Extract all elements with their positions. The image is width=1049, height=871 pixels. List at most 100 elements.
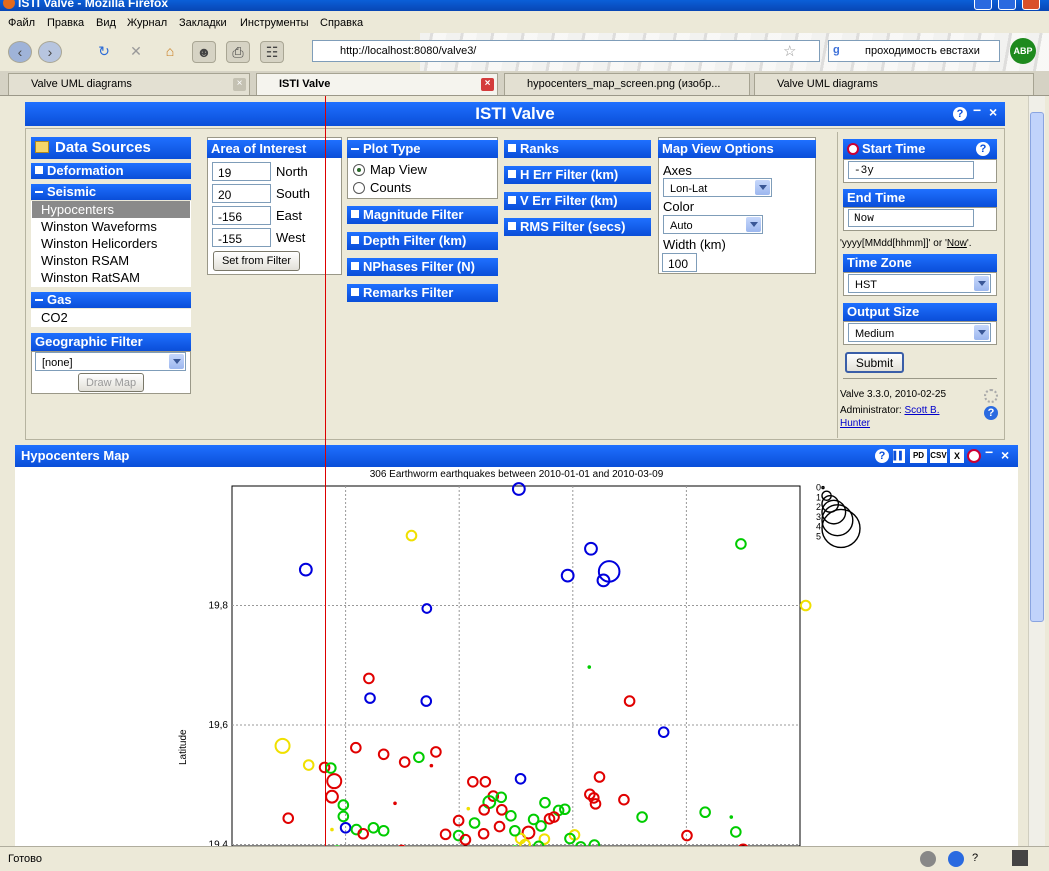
collapse-icon [35,299,43,301]
axes-label: Axes [663,163,692,178]
alarm-clock-icon[interactable] [967,449,981,463]
nphases-filter-header[interactable]: NPhases Filter (N) [347,258,498,276]
tab-close-icon[interactable]: × [481,78,494,91]
menu-help[interactable]: Справка [320,17,363,29]
chevron-down-icon [169,354,184,369]
south-input[interactable]: 20 [212,184,271,203]
remarks-filter-header[interactable]: Remarks Filter [347,284,498,302]
addon-icon[interactable]: ☷ [260,41,284,63]
menu-bookmarks[interactable]: Закладки [179,17,227,29]
network-icon[interactable] [948,851,964,867]
menu-file[interactable]: Файл [8,17,35,29]
submit-button[interactable]: Submit [845,352,904,373]
menu-view[interactable]: Вид [96,17,116,29]
help-icon[interactable]: ? [976,142,990,156]
map-view-radio[interactable] [353,164,365,176]
tray-icon[interactable] [1012,850,1028,866]
geo-filter-value: [none] [42,357,73,369]
end-time-input[interactable]: Now [848,209,974,227]
forward-icon[interactable]: › [38,41,62,63]
close-icon[interactable]: × [989,100,997,124]
list-item-hypocenters[interactable]: Hypocenters [41,202,114,217]
v-err-filter-header[interactable]: V Err Filter (km) [504,192,651,210]
app-title: ISTI Valve [475,104,555,123]
minimize-icon[interactable]: − [973,98,981,122]
tab-valve-uml[interactable]: Valve UML diagrams × [8,73,250,95]
east-input[interactable]: -156 [212,206,271,225]
counts-radio[interactable] [353,182,365,194]
addon-status-icon[interactable] [920,851,936,867]
depth-filter-header[interactable]: Depth Filter (km) [347,232,498,250]
magnitude-filter-header[interactable]: Magnitude Filter [347,206,498,224]
maximize-icon[interactable] [998,0,1016,10]
print-icon[interactable]: ⎙ [226,41,250,63]
output-size-select[interactable]: Medium [848,323,991,342]
plot-type-header[interactable]: Plot Type [347,140,498,158]
bookmark-icon[interactable]: ☻ [192,41,216,63]
section-label: RMS Filter (secs) [520,219,626,234]
menu-history[interactable]: Журнал [127,17,167,29]
stop-icon[interactable]: ✕ [124,41,148,63]
star-icon[interactable]: ☆ [783,42,796,60]
color-select[interactable]: Auto [663,215,763,234]
list-item-co2[interactable]: CO2 [41,310,68,325]
section-label: H Err Filter (km) [520,167,619,182]
axes-select[interactable]: Lon-Lat [663,178,772,197]
menu-tools[interactable]: Инструменты [240,17,309,29]
section-gas[interactable]: Gas [31,292,191,308]
geo-filter-title: Geographic Filter [35,334,143,349]
pdf-icon[interactable]: PD [910,449,927,463]
tab-isti-valve[interactable]: ISTI Valve × [256,73,498,95]
list-item-winston-waveforms[interactable]: Winston Waveforms [41,219,157,234]
export-icon[interactable]: X [950,449,964,463]
expand-icon [508,144,516,152]
book-icon[interactable]: ▌▌ [893,449,905,463]
url-bar[interactable]: http://localhost:8080/valve3/ ☆ [312,40,820,62]
list-item-winston-rsam[interactable]: Winston RSAM [41,253,129,268]
adblock-icon[interactable]: ABP [1010,38,1036,64]
menu-edit[interactable]: Правка [47,17,84,29]
scrollbar-thumb[interactable] [1030,112,1044,622]
close-icon[interactable]: × [1001,444,1009,466]
help-icon[interactable]: ? [953,107,967,121]
section-seismic[interactable]: Seismic [31,184,191,200]
minimize-icon[interactable] [974,0,992,10]
chevron-down-icon [746,217,761,232]
app-header: ISTI Valve ? − × [25,102,1005,126]
tab-hypocenters-png[interactable]: hypocenters_map_screen.png (изобр... [504,73,750,95]
color-value: Auto [670,220,693,232]
ranks-header[interactable]: Ranks [504,140,651,158]
tab-label: hypocenters_map_screen.png (изобр... [527,78,721,90]
close-icon[interactable] [1022,0,1040,10]
question-icon[interactable]: ? [972,852,978,864]
tab-close-icon[interactable]: × [233,78,246,91]
list-item-winston-ratsam[interactable]: Winston RatSAM [41,270,140,285]
geo-filter-select[interactable]: [none] [35,352,186,371]
tab-valve-uml-2[interactable]: Valve UML diagrams [754,73,1034,95]
list-item-winston-helicorders[interactable]: Winston Helicorders [41,236,157,251]
help-icon[interactable]: ? [984,406,998,420]
rms-filter-header[interactable]: RMS Filter (secs) [504,218,651,236]
minimize-icon[interactable]: − [985,441,993,463]
reload-icon[interactable]: ↻ [92,41,116,63]
admin-link-2[interactable]: Hunter [840,418,870,429]
draw-map-button[interactable]: Draw Map [78,373,144,392]
width-input[interactable]: 100 [662,253,697,272]
axes-value: Lon-Lat [670,183,708,195]
csv-icon[interactable]: CSV [930,449,947,463]
set-from-filter-button[interactable]: Set from Filter [213,251,300,271]
back-icon[interactable]: ‹ [8,41,32,63]
output-size-title: Output Size [847,304,920,319]
west-input[interactable]: -155 [212,228,271,247]
h-err-filter-header[interactable]: H Err Filter (km) [504,166,651,184]
section-deformation[interactable]: Deformation [31,163,191,179]
now-link[interactable]: Now [947,238,967,249]
home-icon[interactable]: ⌂ [158,41,182,63]
time-zone-select[interactable]: HST [848,274,991,293]
search-bar[interactable]: g проходимость евстахи [828,40,1000,62]
start-time-input[interactable]: -3y [848,161,974,179]
admin-link[interactable]: Scott B. [904,405,939,416]
collapse-icon [351,148,359,150]
help-icon[interactable]: ? [875,449,889,463]
north-input[interactable]: 19 [212,162,271,181]
